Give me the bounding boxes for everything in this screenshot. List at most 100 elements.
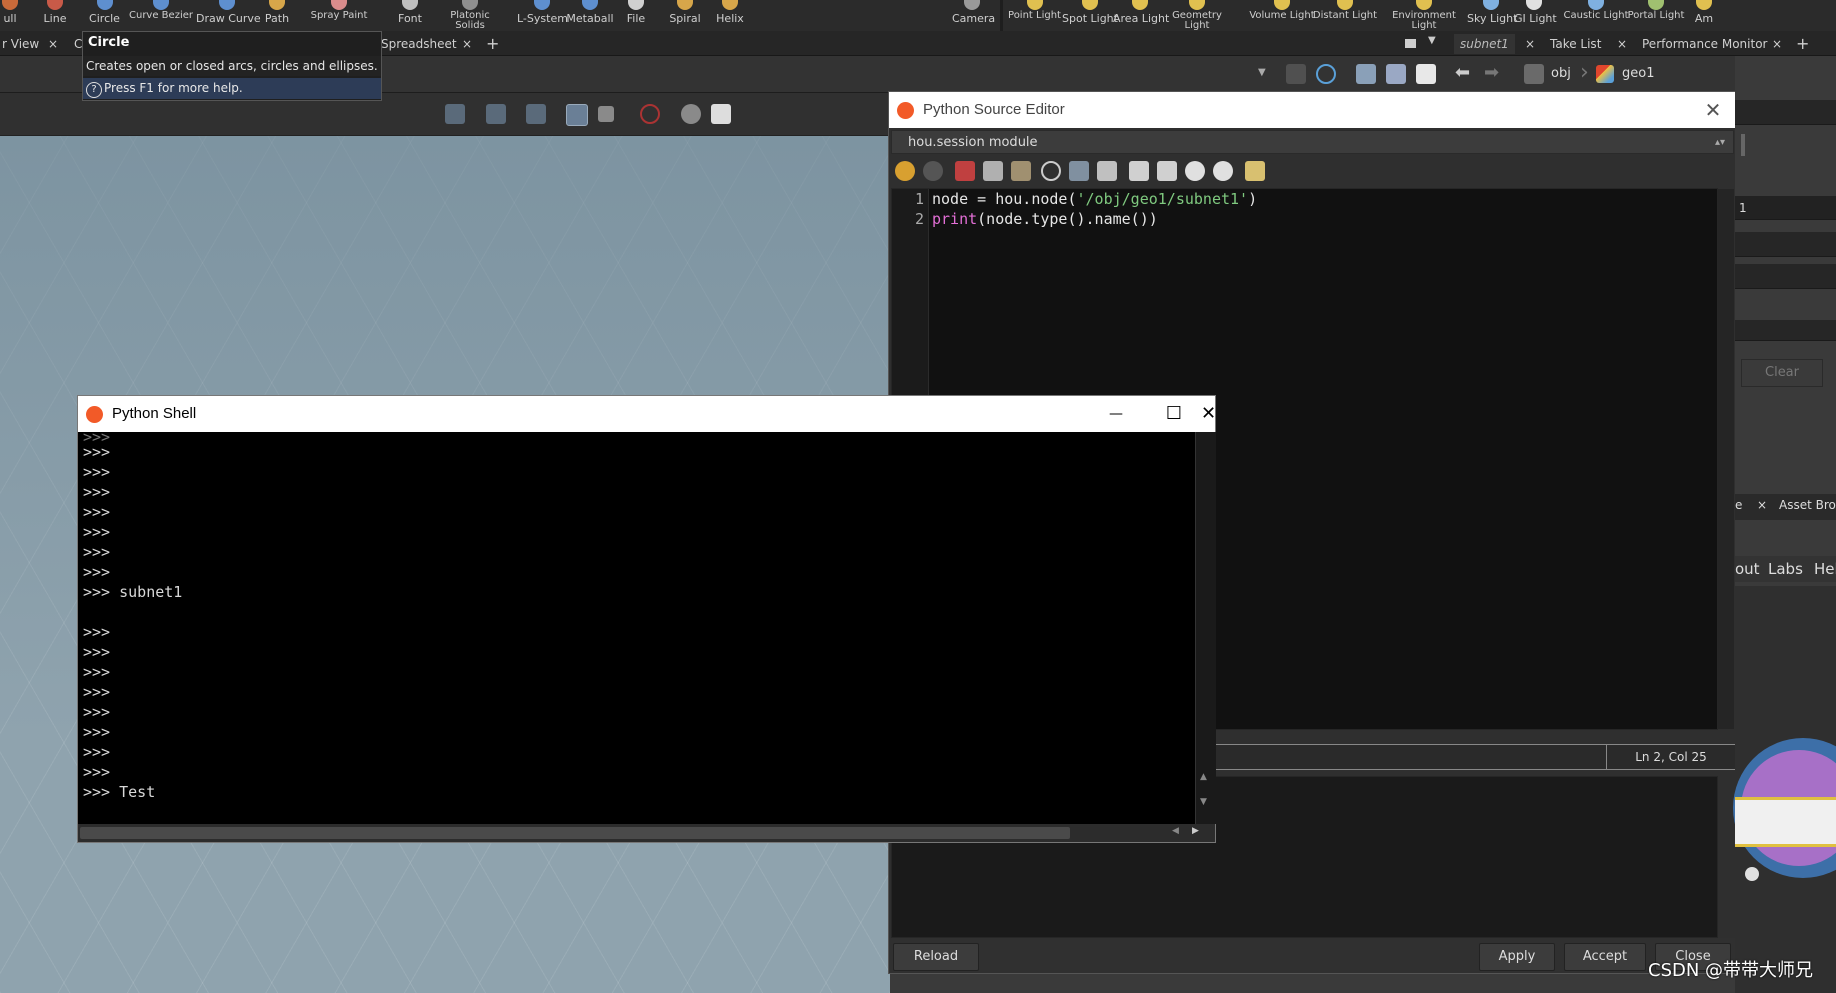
comment-icon[interactable] (1185, 161, 1205, 181)
tab-scene-view-close[interactable]: × (48, 34, 58, 54)
back-arrow-icon[interactable]: ⬅ (1455, 62, 1470, 83)
shelf-tool-caustic-light[interactable]: Caustic Light (1563, 0, 1629, 31)
shelf-tool-camera[interactable]: Camera (952, 0, 995, 31)
forward-arrow-icon[interactable]: ➡ (1484, 62, 1499, 83)
menu-help[interactable]: Hel (1814, 560, 1836, 578)
unindent-icon[interactable] (1157, 161, 1177, 181)
tab-subnet1-close[interactable]: × (1525, 34, 1535, 54)
shell-hscrollbar[interactable]: ◀ ▶ (78, 824, 1215, 842)
shelf-tool-platonic-solids[interactable]: Platonic Solids (445, 0, 495, 31)
shelf-tool-helix[interactable]: Helix (714, 0, 746, 31)
maximize-icon[interactable]: ☐ (1145, 396, 1203, 432)
shelf-tool-point-light[interactable]: Point Light (1007, 0, 1062, 31)
tab-spreadsheet-close[interactable]: × (462, 34, 472, 54)
select-tool-icon[interactable] (486, 104, 506, 124)
shelf-tool-am[interactable]: Am (1694, 0, 1714, 31)
shelf-tool-line[interactable]: Line (40, 0, 70, 31)
shelf-tool-spray-paint[interactable]: Spray Paint (309, 0, 369, 31)
box-icon[interactable] (1356, 64, 1376, 84)
tab-close-icon[interactable]: × (1757, 498, 1767, 512)
breadcrumb-geo1[interactable]: geo1 (1622, 66, 1654, 81)
accept-button[interactable]: Accept (1564, 943, 1646, 971)
shelf-tool-distant-light[interactable]: Distant Light (1312, 0, 1378, 31)
tab-take-list-close[interactable]: × (1617, 34, 1627, 54)
shelf-tool-volume-light[interactable]: Volume Light (1249, 0, 1315, 31)
uncomment-icon[interactable] (1213, 161, 1233, 181)
pane-menu-icon[interactable] (1405, 39, 1416, 48)
shelf-tool-path[interactable]: Path (262, 0, 292, 31)
shelf-tool-area-light[interactable]: Area Light (1113, 0, 1169, 31)
tab-partial-right[interactable]: e (1735, 498, 1742, 512)
code-text[interactable]: node = hou.node('/obj/geo1/subnet1') pri… (932, 189, 1257, 229)
shelf-tool-metaball[interactable]: Metaball (566, 0, 614, 31)
minimize-icon[interactable]: — (1087, 396, 1145, 432)
code-vscrollbar[interactable] (1718, 189, 1734, 729)
module-select[interactable]: hou.session module ▴▾ (891, 130, 1734, 154)
shelf-tool-spiral[interactable]: Spiral (667, 0, 703, 31)
shelf-tool-l-system[interactable]: L-System (517, 0, 568, 31)
grid-snap-icon[interactable] (711, 104, 731, 124)
scroll-right-icon[interactable]: ▶ (1192, 826, 1199, 836)
shell-vscrollbar[interactable]: ▲ ▼ (1195, 432, 1216, 824)
find-icon[interactable] (1041, 161, 1061, 181)
goto-line-icon[interactable] (1097, 161, 1117, 181)
shelf-tool-circle[interactable]: Circle (87, 0, 122, 31)
tab-take-list[interactable]: Take List (1544, 34, 1607, 54)
breadcrumb-obj[interactable]: obj (1551, 66, 1571, 81)
chevron-down-icon[interactable]: ▼ (1428, 35, 1436, 46)
camera-view-icon[interactable] (566, 104, 588, 126)
scroll-down-icon[interactable]: ▼ (1200, 797, 1207, 807)
editor-close-icon[interactable]: ✕ (1698, 96, 1728, 124)
clear-button[interactable]: Clear (1741, 359, 1823, 387)
display-icon[interactable] (598, 106, 614, 122)
paste-icon[interactable] (1011, 161, 1031, 181)
view-tool-icon[interactable] (445, 104, 465, 124)
edit-icon[interactable] (1245, 161, 1265, 181)
shelf-tool-spot-light[interactable]: Spot Light (1062, 0, 1118, 31)
shelf-tool-portal-light[interactable]: Portal Light (1626, 0, 1686, 31)
undo-icon[interactable] (895, 161, 915, 181)
shell-hscroll-thumb[interactable] (80, 827, 1070, 839)
scroll-left-icon[interactable]: ◀ (1172, 826, 1179, 836)
tab-performance-monitor-close[interactable]: × (1772, 34, 1782, 54)
tab-asset-browser[interactable]: Asset Brov (1779, 498, 1836, 512)
shelf-tool-gi-light[interactable]: GI Light (1514, 0, 1557, 31)
copy-icon[interactable] (983, 161, 1003, 181)
indent-icon[interactable] (1129, 161, 1149, 181)
redo-icon[interactable] (923, 161, 943, 181)
handle-tool-icon[interactable] (526, 104, 546, 124)
no-entry-icon[interactable] (640, 104, 660, 124)
menu-layout[interactable]: out (1735, 560, 1760, 578)
replace-icon[interactable] (1069, 161, 1089, 181)
cut-icon[interactable] (955, 161, 975, 181)
snap-icon[interactable] (681, 104, 701, 124)
shell-console[interactable]: >>> >>> >>> >>> >>> >>> >>> >>> >>> subnet1 >>> >>… (78, 432, 1195, 824)
shelf-tool-geometry-light[interactable]: Geometry Light (1168, 0, 1226, 31)
shelf-tool-font[interactable]: Font (395, 0, 425, 31)
tab-subnet1[interactable]: subnet1 (1454, 34, 1515, 54)
close-icon[interactable]: ✕ (1201, 396, 1216, 432)
param-field[interactable]: 1 (1735, 196, 1836, 220)
white-square-icon[interactable] (1416, 64, 1436, 84)
shelf-tool-sky-light[interactable]: Sky Light (1467, 0, 1517, 31)
shelf-tool-curve-bezier[interactable]: Curve Bezier (128, 0, 194, 31)
add-tab-button[interactable]: + (486, 34, 499, 54)
network-view-icon[interactable] (1316, 64, 1336, 84)
add-tab-button-right[interactable]: + (1796, 34, 1809, 54)
editor-titlebar[interactable]: Python Source Editor ✕ (889, 92, 1736, 128)
menu-labs[interactable]: Labs (1768, 560, 1803, 578)
objects-icon[interactable] (1386, 64, 1406, 84)
tab-performance-monitor[interactable]: Performance Monitor (1636, 34, 1773, 54)
shelf-tool-environment-light[interactable]: Environment Light (1386, 0, 1462, 31)
shelf-tool-ull[interactable]: ull (0, 0, 20, 31)
shelf-tool-draw-curve[interactable]: Draw Curve (196, 0, 261, 31)
reload-button[interactable]: Reload (893, 943, 979, 971)
apply-button[interactable]: Apply (1479, 943, 1555, 971)
pin-icon[interactable] (1286, 64, 1306, 84)
slider-handle[interactable] (1741, 134, 1745, 156)
shelf-tool-file[interactable]: File (621, 0, 651, 31)
shell-titlebar[interactable]: Python Shell — ☐ ✕ (78, 396, 1216, 432)
scroll-up-icon[interactable]: ▲ (1200, 772, 1207, 782)
tab-scene-view[interactable]: r View (0, 34, 45, 54)
dropdown-arrow-icon[interactable]: ▼ (1258, 67, 1266, 78)
